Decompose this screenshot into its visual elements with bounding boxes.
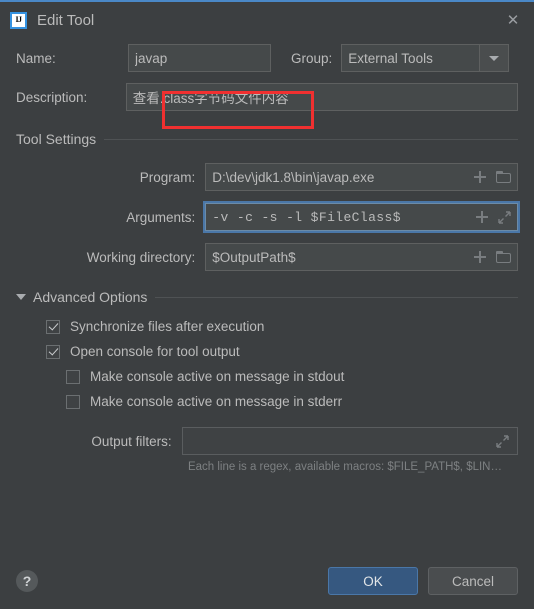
checkbox-console-active-stdout[interactable] — [66, 369, 80, 384]
section-divider — [155, 296, 518, 298]
dialog-content: Name: javap Group: External Tools Descri… — [0, 38, 534, 553]
browse-folder-icon[interactable] — [496, 251, 511, 263]
ok-button[interactable]: OK — [328, 567, 418, 595]
tool-settings-section-header: Tool Settings — [16, 131, 518, 147]
intellij-logo-icon: IJ — [10, 11, 27, 29]
chevron-down-icon[interactable] — [16, 294, 26, 300]
checkbox-row-synchronize-files[interactable]: Synchronize files after execution — [16, 319, 518, 334]
description-input-value: 查看.class字节码文件内容 — [132, 91, 289, 106]
group-label: Group: — [291, 50, 333, 66]
program-input[interactable]: D:\dev\jdk1.8\bin\javap.exe — [205, 163, 518, 191]
description-row: Description: 查看.class字节码文件内容 — [16, 83, 518, 111]
cancel-button[interactable]: Cancel — [428, 567, 518, 595]
advanced-options-title: Advanced Options — [33, 289, 148, 305]
arguments-label: Arguments: — [126, 209, 196, 225]
arguments-input-value: -v -c -s -l $FileClass$ — [212, 209, 401, 225]
expand-editor-icon[interactable] — [498, 210, 511, 224]
arguments-input-actions — [476, 210, 511, 224]
description-label: Description: — [16, 89, 88, 105]
working-directory-row: Working directory: $OutputPath$ — [16, 243, 518, 271]
working-directory-input-value: $OutputPath$ — [212, 249, 296, 265]
arguments-row: Arguments: -v -c -s -l $FileClass$ — [16, 201, 520, 233]
group-select-arrow-button[interactable] — [479, 45, 509, 71]
edit-tool-dialog: IJ Edit Tool ✕ Name: javap Group: Extern… — [0, 0, 534, 609]
output-filters-label: Output filters: — [91, 433, 172, 449]
browse-folder-icon[interactable] — [496, 171, 511, 183]
program-input-actions — [474, 171, 511, 183]
close-icon[interactable]: ✕ — [498, 7, 528, 33]
name-group-row: Name: javap Group: External Tools — [16, 44, 518, 72]
working-directory-label: Working directory: — [86, 249, 196, 265]
working-directory-input-actions — [474, 251, 511, 263]
expand-editor-icon[interactable] — [496, 434, 509, 448]
name-label: Name: — [16, 50, 56, 66]
group-select-value: External Tools — [348, 50, 433, 66]
checkbox-console-active-stderr[interactable] — [66, 394, 80, 409]
arguments-input[interactable]: -v -c -s -l $FileClass$ — [203, 201, 520, 233]
program-row: Program: D:\dev\jdk1.8\bin\javap.exe — [16, 163, 518, 191]
output-filters-row: Output filters: — [16, 427, 518, 455]
group-select[interactable]: External Tools — [341, 44, 510, 72]
help-button[interactable]: ? — [16, 570, 38, 592]
checkbox-open-console[interactable] — [46, 344, 60, 359]
program-label: Program: — [139, 169, 196, 185]
working-directory-input[interactable]: $OutputPath$ — [205, 243, 518, 271]
dialog-title: Edit Tool — [37, 11, 95, 29]
insert-macro-icon[interactable] — [476, 211, 488, 223]
insert-macro-icon[interactable] — [474, 171, 486, 183]
checkbox-row-console-active-stderr[interactable]: Make console active on message in stderr — [16, 394, 518, 409]
checkbox-row-open-console[interactable]: Open console for tool output — [16, 344, 518, 359]
checkbox-row-console-active-stdout[interactable]: Make console active on message in stdout — [16, 369, 518, 384]
dialog-footer: ? OK Cancel — [0, 553, 534, 609]
output-filters-input[interactable] — [181, 427, 518, 455]
checkbox-label-synchronize-files: Synchronize files after execution — [70, 319, 265, 334]
checkbox-label-console-active-stdout: Make console active on message in stdout — [90, 369, 345, 384]
advanced-options-section-header[interactable]: Advanced Options — [16, 289, 518, 305]
insert-macro-icon[interactable] — [474, 251, 486, 263]
tool-settings-title: Tool Settings — [16, 131, 97, 147]
checkbox-synchronize-files[interactable] — [46, 319, 60, 334]
checkbox-label-open-console: Open console for tool output — [70, 344, 240, 359]
title-bar: IJ Edit Tool ✕ — [0, 2, 534, 38]
checkbox-label-console-active-stderr: Make console active on message in stderr — [90, 394, 343, 409]
name-input-value: javap — [135, 50, 168, 66]
chevron-down-icon — [489, 55, 500, 61]
program-input-value: D:\dev\jdk1.8\bin\javap.exe — [212, 169, 375, 185]
name-input[interactable]: javap — [128, 44, 271, 72]
output-filters-hint: Each line is a regex, available macros: … — [187, 461, 502, 473]
section-divider — [104, 138, 518, 140]
intellij-logo-text: IJ — [15, 15, 22, 24]
description-input[interactable]: 查看.class字节码文件内容 — [125, 83, 518, 111]
